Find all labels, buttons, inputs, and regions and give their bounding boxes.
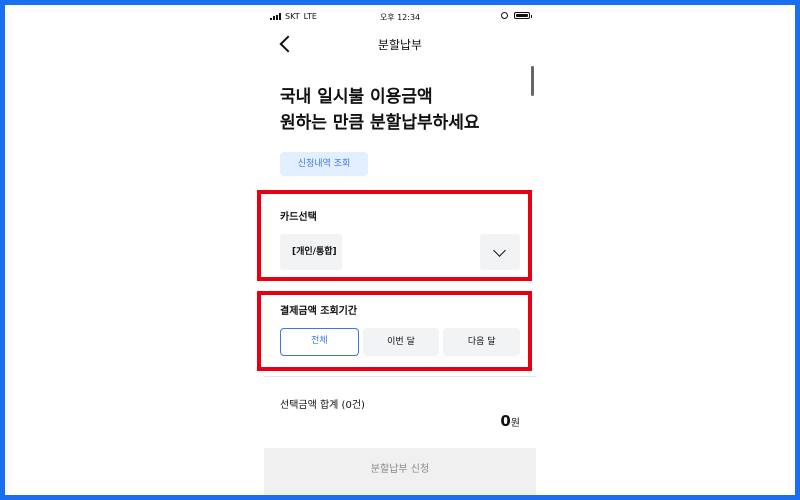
scrollbar[interactable] [531, 66, 534, 96]
apply-installment-button[interactable]: 분할납부 신청 [264, 448, 536, 495]
headline: 국내 일시불 이용금액 원하는 만큼 분할납부하세요 [280, 84, 480, 136]
status-time: 오후 12:34 [379, 13, 421, 22]
highlight-box-period-section [257, 291, 532, 371]
headline-line-2: 원하는 만큼 분할납부하세요 [280, 113, 480, 133]
highlight-box-card-section [257, 190, 532, 281]
headline-line-1: 국내 일시불 이용금액 [280, 87, 433, 107]
history-button[interactable]: 신청내역 조회 [280, 152, 368, 176]
rotation-lock-icon [501, 12, 508, 19]
selected-total-label: 선택금액 합계 (0건) [280, 400, 365, 411]
status-bar: SKT LTE 오후 12:34 [264, 8, 536, 26]
status-right [501, 12, 532, 19]
nav-bar: 분할납부 [264, 32, 536, 56]
total-unit: 원 [510, 418, 520, 429]
section-divider [264, 376, 536, 377]
page-title: 분할납부 [377, 38, 423, 52]
selected-total-value: 0원 [500, 412, 520, 430]
total-amount: 0 [500, 412, 511, 430]
battery-icon [514, 12, 532, 19]
